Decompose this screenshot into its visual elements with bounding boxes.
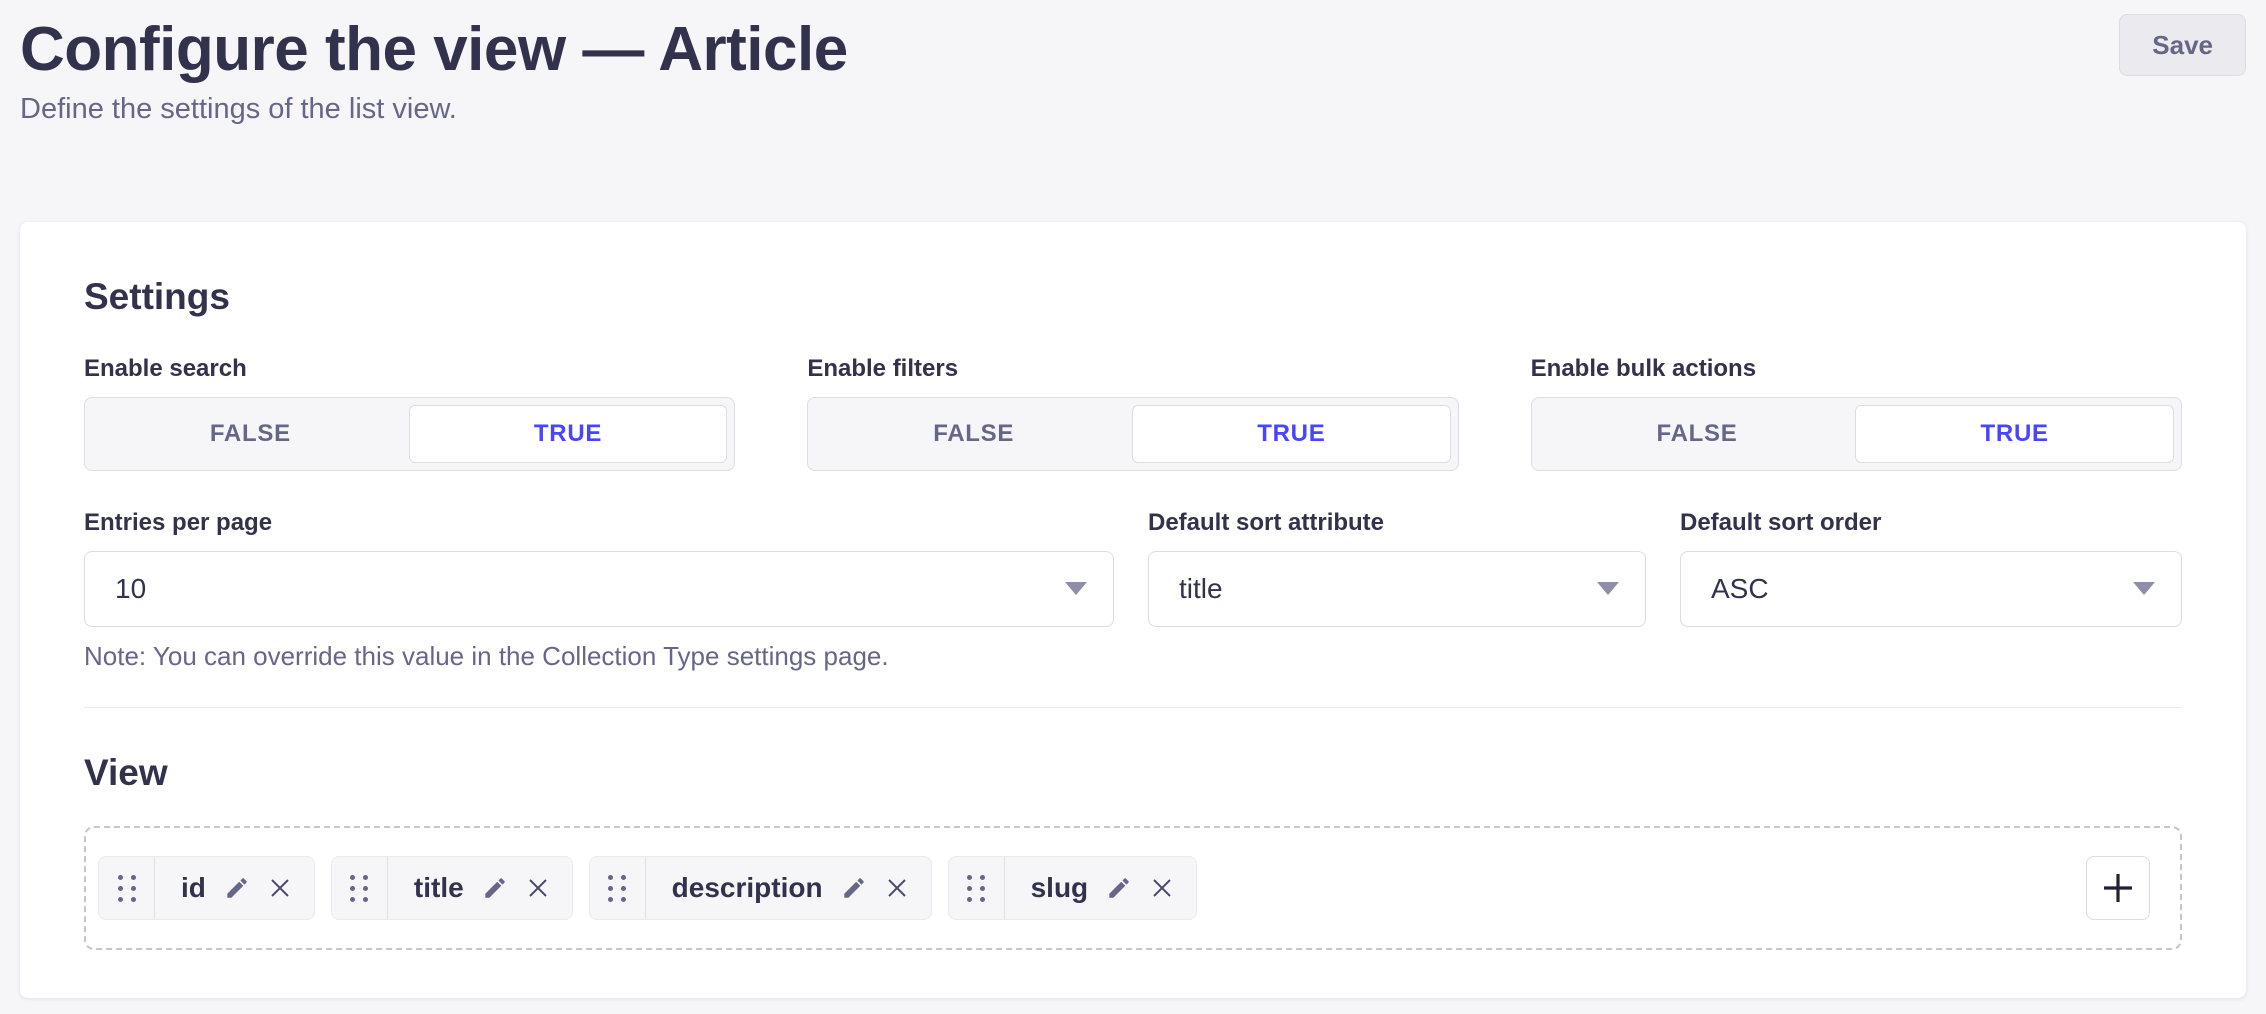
drag-handle-icon <box>118 875 136 902</box>
drag-handle[interactable] <box>332 857 388 919</box>
settings-card: Settings Enable search FALSE TRUE Enable… <box>20 222 2246 998</box>
enable-bulk-actions-toggle[interactable]: FALSE TRUE <box>1531 397 2182 471</box>
enable-bulk-actions-true-option[interactable]: TRUE <box>1855 405 2174 463</box>
enable-bulk-actions-label: Enable bulk actions <box>1531 355 2182 383</box>
chip-field-name: description <box>672 872 823 904</box>
edit-field-button[interactable] <box>841 875 867 901</box>
cross-icon <box>1150 876 1174 900</box>
enable-filters-toggle[interactable]: FALSE TRUE <box>807 397 1458 471</box>
cross-icon <box>885 876 909 900</box>
enable-search-true-option[interactable]: TRUE <box>409 405 728 463</box>
drag-handle[interactable] <box>99 857 155 919</box>
default-sort-order-field: Default sort order ASC <box>1680 509 2182 671</box>
cross-icon <box>526 876 550 900</box>
chip-field-name: title <box>414 872 464 904</box>
view-field-chip[interactable]: description <box>589 856 932 920</box>
pencil-icon <box>482 875 508 901</box>
chevron-down-icon <box>1597 582 1619 595</box>
enable-search-false-option[interactable]: FALSE <box>92 405 409 463</box>
entries-per-page-select[interactable]: 10 <box>84 551 1114 627</box>
enable-search-toggle[interactable]: FALSE TRUE <box>84 397 735 471</box>
cross-icon <box>268 876 292 900</box>
enable-filters-true-option[interactable]: TRUE <box>1132 405 1451 463</box>
drag-handle[interactable] <box>590 857 646 919</box>
drag-handle-icon <box>608 875 626 902</box>
enable-search-field: Enable search FALSE TRUE <box>84 355 735 471</box>
chevron-down-icon <box>1065 582 1087 595</box>
add-field-button[interactable] <box>2086 856 2150 920</box>
entries-per-page-hint: Note: You can override this value in the… <box>84 641 1114 671</box>
pencil-icon <box>841 875 867 901</box>
drag-handle[interactable] <box>949 857 1005 919</box>
default-sort-attribute-label: Default sort attribute <box>1148 509 1646 537</box>
default-sort-attribute-field: Default sort attribute title <box>1148 509 1646 671</box>
default-sort-attribute-select[interactable]: title <box>1148 551 1646 627</box>
remove-field-button[interactable] <box>885 876 909 900</box>
default-sort-order-label: Default sort order <box>1680 509 2182 537</box>
view-field-chip[interactable]: slug <box>948 856 1198 920</box>
enable-filters-field: Enable filters FALSE TRUE <box>807 355 1458 471</box>
save-button[interactable]: Save <box>2119 14 2246 76</box>
entries-per-page-field: Entries per page 10 Note: You can overri… <box>84 509 1114 671</box>
enable-search-label: Enable search <box>84 355 735 383</box>
remove-field-button[interactable] <box>268 876 292 900</box>
drag-handle-icon <box>350 875 368 902</box>
view-field-chip[interactable]: id <box>98 856 315 920</box>
section-divider <box>84 707 2182 708</box>
chip-body: slug <box>1005 857 1197 919</box>
view-fields-drop-zone: id title <box>84 826 2182 950</box>
chip-field-name: id <box>181 872 206 904</box>
page-subtitle: Define the settings of the list view. <box>20 93 848 126</box>
remove-field-button[interactable] <box>526 876 550 900</box>
chevron-down-icon <box>2133 582 2155 595</box>
enable-bulk-actions-field: Enable bulk actions FALSE TRUE <box>1531 355 2182 471</box>
chip-field-name: slug <box>1031 872 1089 904</box>
edit-field-button[interactable] <box>224 875 250 901</box>
settings-section-heading: Settings <box>84 276 2182 319</box>
view-field-chip[interactable]: title <box>331 856 573 920</box>
enable-bulk-actions-false-option[interactable]: FALSE <box>1539 405 1856 463</box>
chip-body: title <box>388 857 572 919</box>
chip-body: id <box>155 857 314 919</box>
enable-filters-label: Enable filters <box>807 355 1458 383</box>
entries-per-page-label: Entries per page <box>84 509 1114 537</box>
default-sort-order-select[interactable]: ASC <box>1680 551 2182 627</box>
edit-field-button[interactable] <box>1106 875 1132 901</box>
pencil-icon <box>1106 875 1132 901</box>
drag-handle-icon <box>967 875 985 902</box>
pencil-icon <box>224 875 250 901</box>
page-title-block: Configure the view — Article Define the … <box>20 14 848 126</box>
page-header: Configure the view — Article Define the … <box>0 0 2266 126</box>
toggles-row: Enable search FALSE TRUE Enable filters … <box>84 355 2182 471</box>
plus-icon <box>2100 870 2136 906</box>
default-sort-attribute-value: title <box>1179 573 1223 605</box>
remove-field-button[interactable] <box>1150 876 1174 900</box>
chip-body: description <box>646 857 931 919</box>
enable-filters-false-option[interactable]: FALSE <box>815 405 1132 463</box>
view-section-heading: View <box>84 752 2182 795</box>
page-title: Configure the view — Article <box>20 14 848 85</box>
selects-row: Entries per page 10 Note: You can overri… <box>84 509 2182 671</box>
default-sort-order-value: ASC <box>1711 573 1769 605</box>
entries-per-page-value: 10 <box>115 573 146 605</box>
edit-field-button[interactable] <box>482 875 508 901</box>
